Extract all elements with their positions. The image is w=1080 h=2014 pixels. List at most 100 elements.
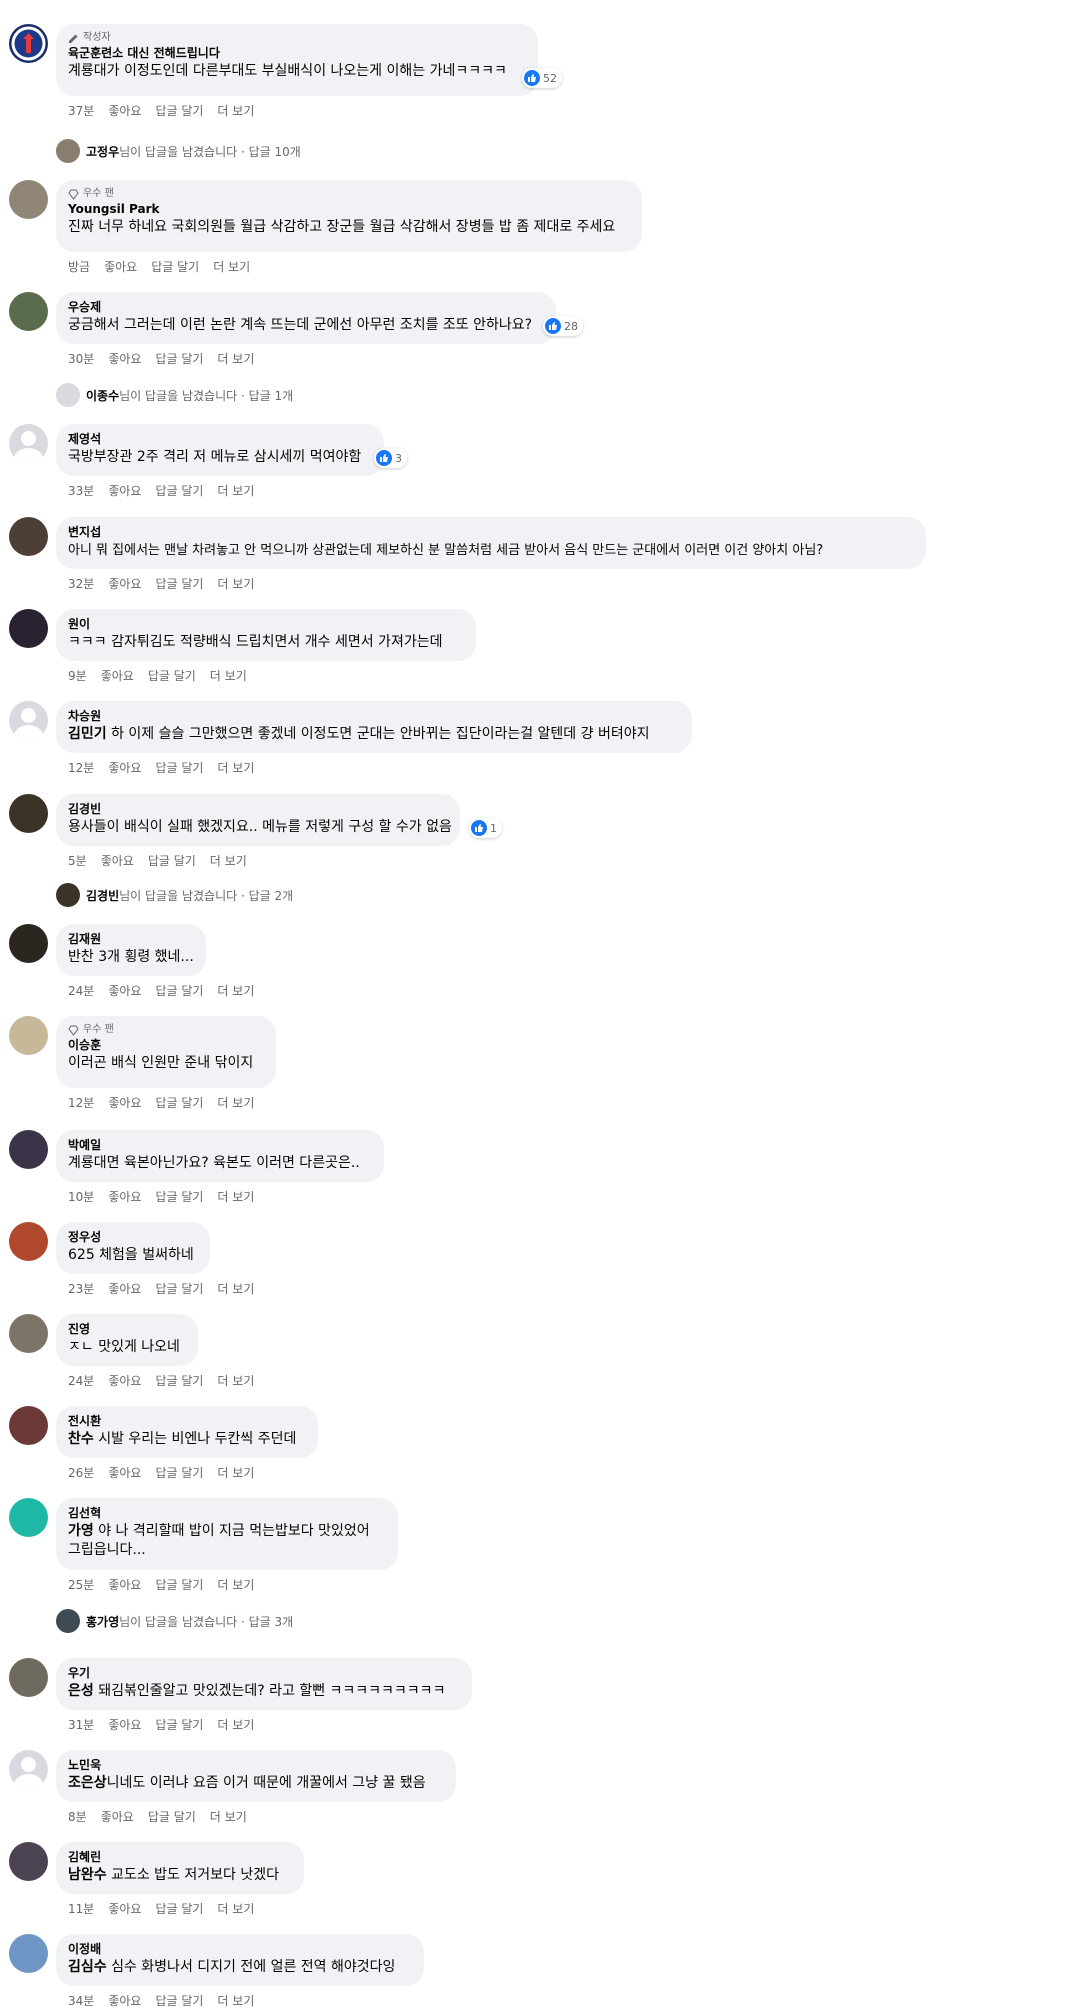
avatar[interactable] [9,1130,48,1169]
reply-button[interactable]: 답글 달기 [148,1808,196,1825]
reply-button[interactable]: 답글 달기 [155,482,203,499]
like-button[interactable]: 좋아요 [101,1808,134,1825]
timestamp[interactable]: 25분 [68,1576,94,1593]
more-button[interactable]: 더 보기 [217,759,254,776]
like-button[interactable]: 좋아요 [108,102,141,119]
timestamp[interactable]: 12분 [68,1094,94,1111]
more-button[interactable]: 더 보기 [217,102,254,119]
mention-tag[interactable]: 찬수 [68,1431,94,1447]
avatar[interactable] [9,517,48,556]
more-button[interactable]: 더 보기 [210,667,247,684]
comment-author[interactable]: 이정배 [68,1941,412,1958]
more-button[interactable]: 더 보기 [217,575,254,592]
timestamp[interactable]: 34분 [68,1992,94,2009]
like-button[interactable]: 좋아요 [101,852,134,869]
timestamp[interactable]: 10분 [68,1188,94,1205]
reply-button[interactable]: 답글 달기 [155,1094,203,1111]
timestamp[interactable]: 26분 [68,1464,94,1481]
timestamp[interactable]: 24분 [68,1372,94,1389]
like-button[interactable]: 좋아요 [108,1576,141,1593]
avatar[interactable] [9,1842,48,1881]
view-replies[interactable]: 이종수님이 답글을 남겼습니다 · 답글 1개 [56,383,293,407]
timestamp[interactable]: 8분 [68,1808,87,1825]
comment-author[interactable]: 진영 [68,1321,186,1338]
mention-tag[interactable]: 김심수 [68,1959,107,1975]
avatar[interactable] [9,424,48,463]
like-button[interactable]: 좋아요 [108,759,141,776]
timestamp[interactable]: 12분 [68,759,94,776]
comment-author[interactable]: 제영석 [68,431,372,448]
more-button[interactable]: 더 보기 [217,1372,254,1389]
more-button[interactable]: 더 보기 [217,1188,254,1205]
avatar[interactable] [9,1222,48,1261]
reaction-count[interactable]: 52 [522,68,562,88]
more-button[interactable]: 더 보기 [217,982,254,999]
timestamp[interactable]: 24분 [68,982,94,999]
more-button[interactable]: 더 보기 [217,482,254,499]
mention-tag[interactable]: 조은상 [68,1775,107,1791]
avatar[interactable] [9,1498,48,1537]
more-button[interactable]: 더 보기 [210,852,247,869]
reply-button[interactable]: 답글 달기 [155,1280,203,1297]
more-button[interactable]: 더 보기 [217,1900,254,1917]
comment-author[interactable]: 차승원 [68,708,680,725]
reply-button[interactable]: 답글 달기 [155,1188,203,1205]
timestamp[interactable]: 11분 [68,1900,94,1917]
more-button[interactable]: 더 보기 [210,1808,247,1825]
comment-author[interactable]: 김혜린 [68,1849,292,1866]
comment-author[interactable]: 김선혁 [68,1505,386,1522]
more-button[interactable]: 더 보기 [213,258,250,275]
more-button[interactable]: 더 보기 [217,1992,254,2009]
avatar[interactable] [9,701,48,740]
like-button[interactable]: 좋아요 [108,1992,141,2009]
like-button[interactable]: 좋아요 [101,667,134,684]
reply-button[interactable]: 답글 달기 [155,1716,203,1733]
like-button[interactable]: 좋아요 [104,258,137,275]
view-replies[interactable]: 김경빈님이 답글을 남겼습니다 · 답글 2개 [56,883,293,907]
avatar[interactable] [9,1750,48,1789]
timestamp[interactable]: 방금 [68,258,90,275]
like-button[interactable]: 좋아요 [108,350,141,367]
reaction-count[interactable]: 28 [543,316,583,336]
avatar[interactable] [9,1658,48,1697]
reply-button[interactable]: 답글 달기 [155,1992,203,2009]
more-button[interactable]: 더 보기 [217,1464,254,1481]
reply-button[interactable]: 답글 달기 [155,1464,203,1481]
reply-button[interactable]: 답글 달기 [151,258,199,275]
reply-button[interactable]: 답글 달기 [155,350,203,367]
reply-button[interactable]: 답글 달기 [155,1372,203,1389]
avatar[interactable] [9,609,48,648]
comment-author[interactable]: 김경빈 [68,801,448,818]
like-button[interactable]: 좋아요 [108,1094,141,1111]
comment-author[interactable]: 원이 [68,616,464,633]
more-button[interactable]: 더 보기 [217,1094,254,1111]
timestamp[interactable]: 33분 [68,482,94,499]
timestamp[interactable]: 23분 [68,1280,94,1297]
avatar[interactable] [9,924,48,963]
comment-author[interactable]: 노민욱 [68,1757,444,1774]
like-button[interactable]: 좋아요 [108,1280,141,1297]
mention-tag[interactable]: 김민기 [68,726,107,742]
more-button[interactable]: 더 보기 [217,1280,254,1297]
like-button[interactable]: 좋아요 [108,1900,141,1917]
comment-author[interactable]: 우승제 [68,299,544,316]
timestamp[interactable]: 5분 [68,852,87,869]
more-button[interactable]: 더 보기 [217,350,254,367]
like-button[interactable]: 좋아요 [108,1464,141,1481]
view-replies[interactable]: 홍가영님이 답글을 남겼습니다 · 답글 3개 [56,1609,293,1633]
avatar[interactable] [9,1314,48,1353]
timestamp[interactable]: 37분 [68,102,94,119]
timestamp[interactable]: 30분 [68,350,94,367]
more-button[interactable]: 더 보기 [217,1716,254,1733]
avatar[interactable] [9,1934,48,1973]
mention-tag[interactable]: 은성 [68,1683,94,1699]
reaction-count[interactable]: 1 [469,818,502,838]
reply-button[interactable]: 답글 달기 [155,982,203,999]
timestamp[interactable]: 31분 [68,1716,94,1733]
timestamp[interactable]: 32분 [68,575,94,592]
like-button[interactable]: 좋아요 [108,1188,141,1205]
like-button[interactable]: 좋아요 [108,982,141,999]
timestamp[interactable]: 9분 [68,667,87,684]
comment-author[interactable]: 이승훈 [68,1037,264,1054]
comment-author[interactable]: 변지섭 [68,524,914,541]
